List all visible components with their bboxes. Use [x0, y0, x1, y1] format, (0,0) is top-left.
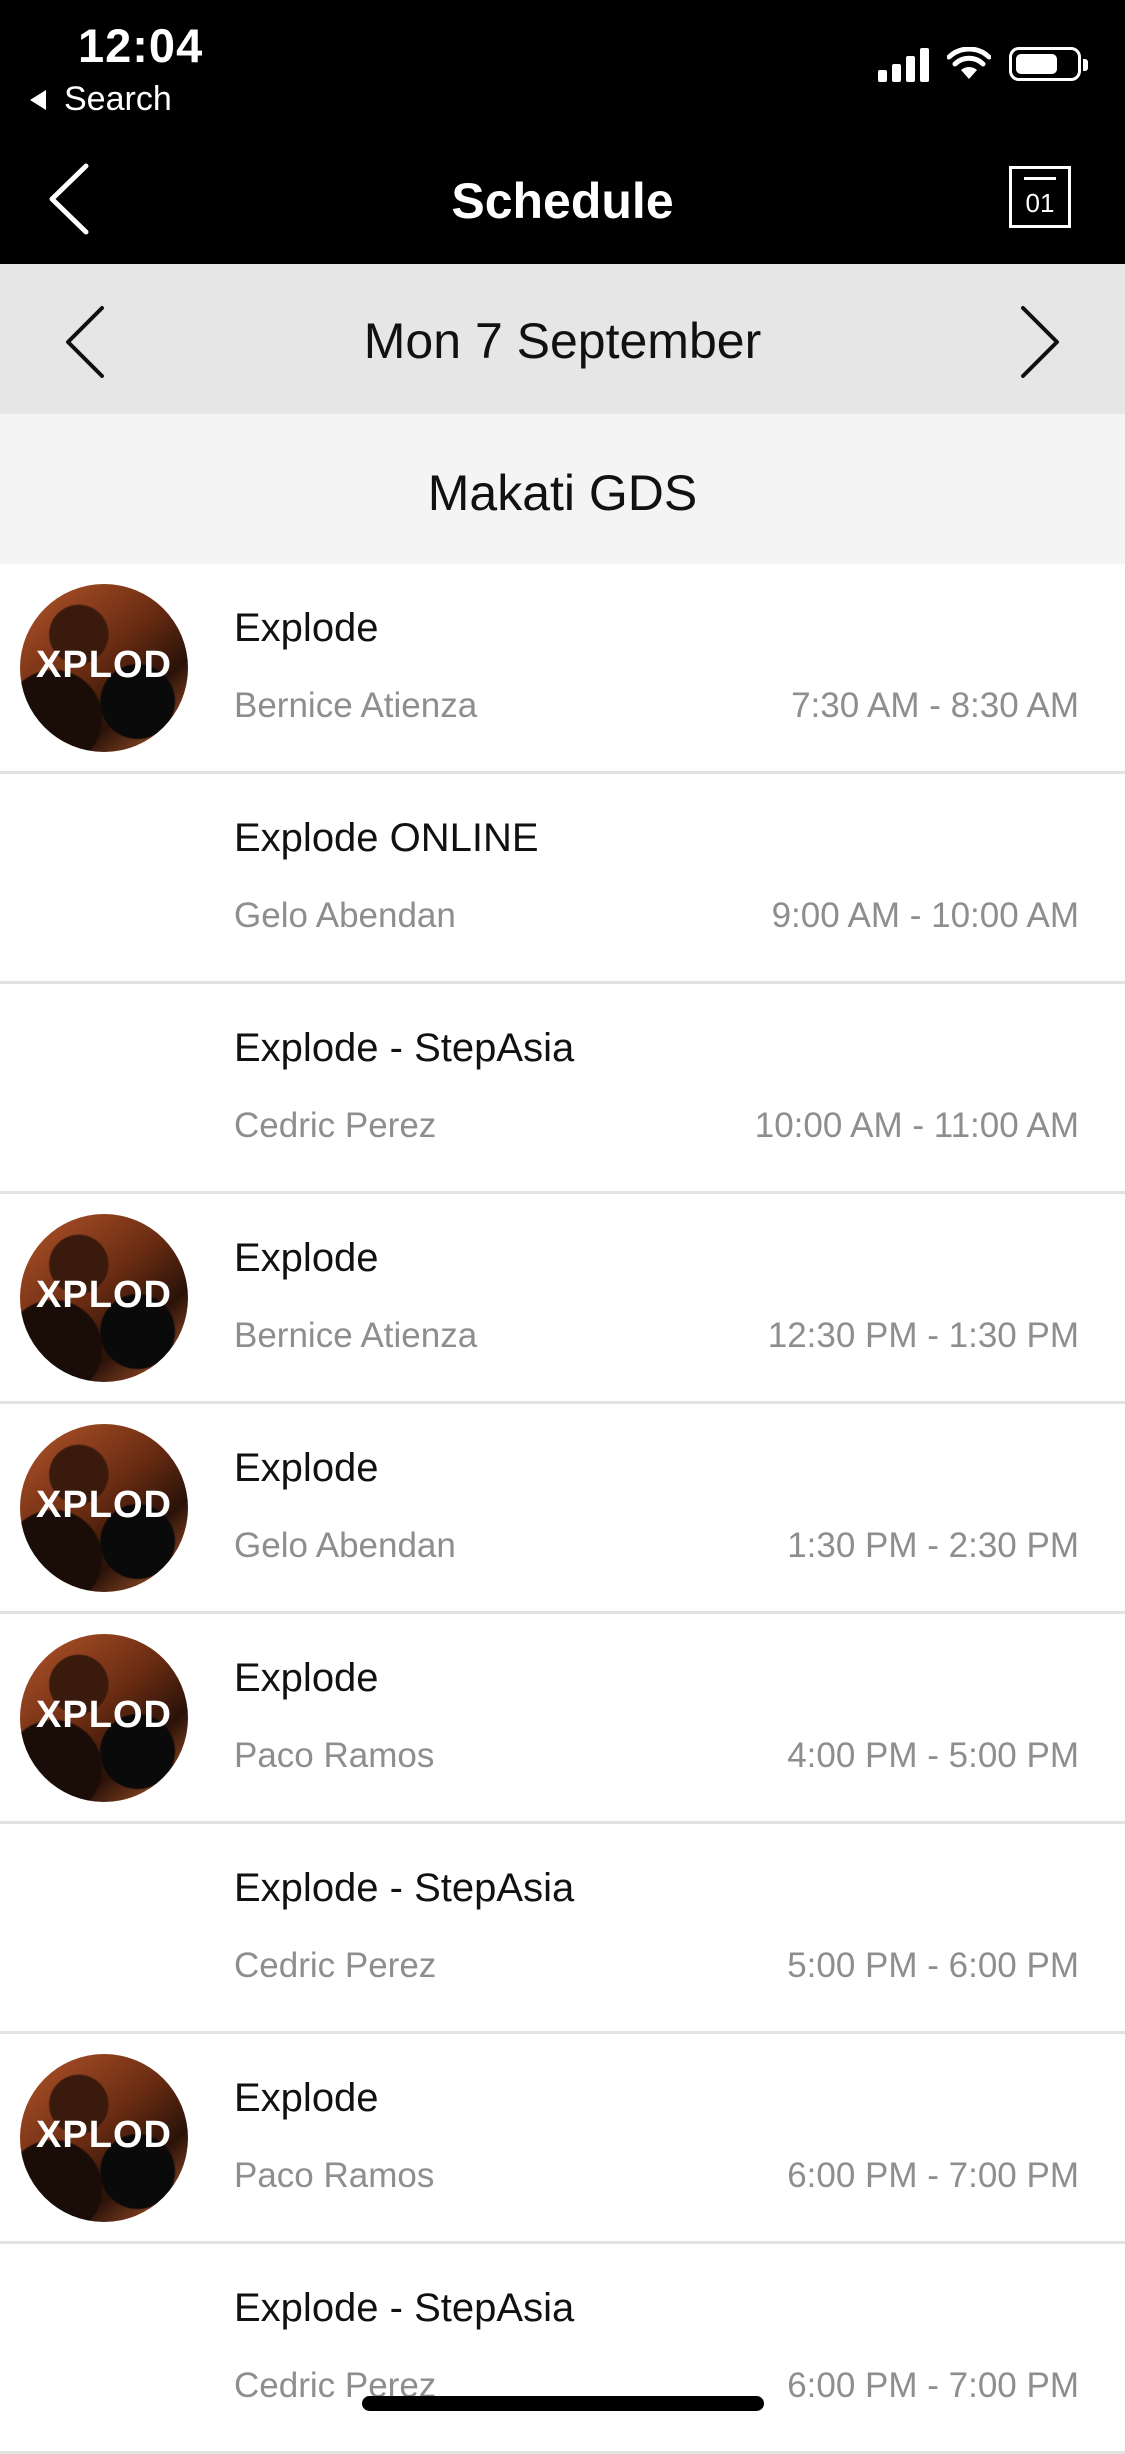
class-row[interactable]: XPLOD Explode Bernice Atienza 12:30 PM - 1:…: [0, 1194, 1125, 1404]
current-date: Mon 7 September: [363, 313, 762, 369]
class-row[interactable]: Explode - StepAsia Cedric Perez 6:00 PM - …: [0, 2244, 1125, 2454]
calendar-icon: [1024, 177, 1056, 180]
status-bar: 12:04 Search: [0, 0, 1125, 132]
instructor-name: Bernice Atienza: [234, 686, 478, 725]
instructor-name: Gelo Abendan: [234, 896, 456, 935]
class-row[interactable]: Explode - StepAsia Cedric Perez 5:00 PM - …: [0, 1824, 1125, 2034]
class-name: Explode: [234, 606, 379, 650]
back-to-search-label: Search: [64, 80, 172, 118]
cellular-signal-icon: [878, 46, 929, 82]
class-avatar: XPLOD: [20, 1634, 188, 1802]
page-title: Schedule: [451, 173, 674, 229]
avatar-label: XPLOD: [36, 1484, 172, 1526]
home-indicator: [362, 2396, 764, 2411]
class-row[interactable]: XPLOD Explode Bernice Atienza 7:30 AM - 8:3…: [0, 564, 1125, 774]
back-to-search-link[interactable]: Search: [30, 80, 172, 119]
class-list: XPLOD Explode Bernice Atienza 7:30 AM - 8:3…: [0, 564, 1125, 2454]
class-name: Explode - StepAsia: [234, 1866, 575, 1910]
class-row[interactable]: XPLOD Explode Gelo Abendan 1:30 PM - 2:30 P…: [0, 1404, 1125, 1614]
avatar-label: XPLOD: [36, 1274, 172, 1316]
class-name: Explode: [234, 1656, 379, 1700]
class-time: 4:00 PM - 5:00 PM: [787, 1736, 1079, 1775]
class-name: Explode ONLINE: [234, 816, 539, 860]
avatar-label: XPLOD: [36, 644, 172, 686]
class-time: 12:30 PM - 1:30 PM: [767, 1316, 1079, 1355]
class-name: Explode: [234, 2076, 379, 2120]
class-avatar: XPLOD: [20, 584, 188, 752]
back-triangle-icon: [30, 89, 46, 110]
battery-icon: [1009, 47, 1088, 81]
class-row[interactable]: Explode - StepAsia Cedric Perez 10:00 AM -…: [0, 984, 1125, 1194]
class-name: Explode: [234, 1236, 379, 1280]
location-name: Makati GDS: [427, 465, 698, 521]
calendar-button[interactable]: 01: [1009, 166, 1071, 228]
class-time: 5:00 PM - 6:00 PM: [787, 1946, 1079, 1985]
calendar-day-label: 01: [1025, 188, 1055, 218]
instructor-name: Cedric Perez: [234, 1106, 437, 1145]
wifi-icon: [947, 47, 991, 79]
class-name: Explode: [234, 1446, 379, 1490]
instructor-name: Paco Ramos: [234, 1736, 435, 1775]
class-name: Explode - StepAsia: [234, 2286, 575, 2330]
next-day-chevron-icon[interactable]: [1007, 302, 1067, 382]
class-time: 6:00 PM - 7:00 PM: [787, 2366, 1079, 2405]
class-row[interactable]: XPLOD Explode Paco Ramos 4:00 PM - 5:00 PM: [0, 1614, 1125, 1824]
instructor-name: Bernice Atienza: [234, 1316, 478, 1355]
avatar-label: XPLOD: [36, 2114, 172, 2156]
class-row[interactable]: XPLOD Explode Paco Ramos 6:00 PM - 7:00 PM: [0, 2034, 1125, 2244]
status-time: 12:04: [78, 19, 204, 72]
class-time: 7:30 AM - 8:30 AM: [791, 686, 1079, 725]
class-name: Explode - StepAsia: [234, 1026, 575, 1070]
avatar-label: XPLOD: [36, 1694, 172, 1736]
class-time: 1:30 PM - 2:30 PM: [787, 1526, 1079, 1565]
class-avatar: XPLOD: [20, 2054, 188, 2222]
instructor-name: Paco Ramos: [234, 2156, 435, 2195]
date-navigator: Mon 7 September: [0, 264, 1125, 414]
class-row[interactable]: Explode ONLINE Gelo Abendan 9:00 AM - 10:0…: [0, 774, 1125, 984]
class-time: 10:00 AM - 11:00 AM: [754, 1106, 1079, 1145]
class-time: 6:00 PM - 7:00 PM: [787, 2156, 1079, 2195]
location-header: Makati GDS: [0, 414, 1125, 564]
status-icons: [878, 46, 1088, 82]
class-time: 9:00 AM - 10:00 AM: [771, 896, 1079, 935]
app-header: Schedule 01: [0, 132, 1125, 264]
class-avatar: XPLOD: [20, 1424, 188, 1592]
class-avatar: XPLOD: [20, 1214, 188, 1382]
instructor-name: Cedric Perez: [234, 1946, 437, 1985]
instructor-name: Gelo Abendan: [234, 1526, 456, 1565]
